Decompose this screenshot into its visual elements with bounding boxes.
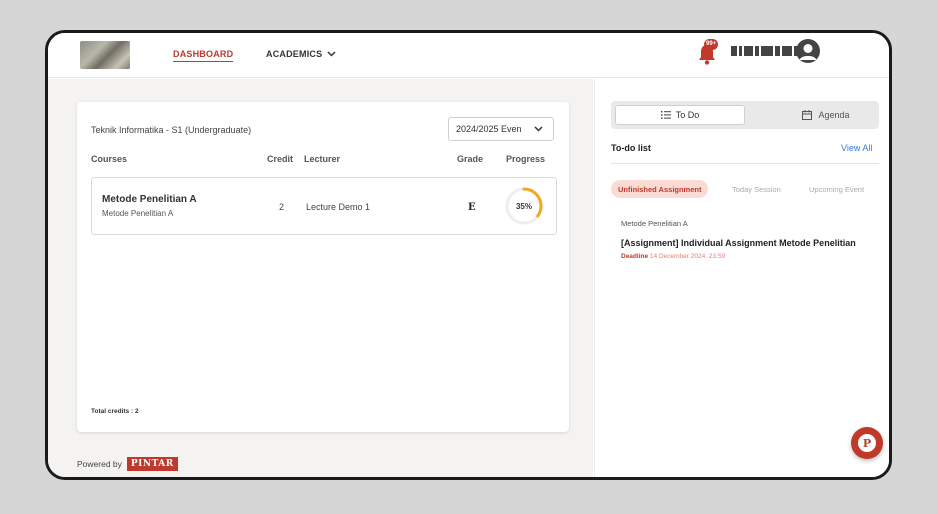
nav-dashboard[interactable]: DASHBOARD [173, 49, 234, 62]
calendar-icon [802, 110, 813, 120]
campus-photo-logo[interactable] [80, 41, 130, 69]
assignment-title[interactable]: [Assignment] Individual Assignment Metod… [621, 238, 856, 248]
course-title: Metode Penelitian A [102, 194, 197, 205]
tab-todo-label: To Do [675, 110, 700, 120]
semester-value: 2024/2025 Even [456, 124, 522, 134]
list-icon [660, 111, 671, 119]
chevron-down-icon [327, 51, 336, 57]
course-credit: 2 [279, 202, 285, 212]
todo-panel: To Do Agenda To-do list View All Unfinis… [594, 79, 889, 477]
nav-academics[interactable]: ACADEMICS [266, 49, 336, 59]
filter-today-session[interactable]: Today Session [732, 180, 781, 198]
nav-academics-label: ACADEMICS [266, 49, 323, 59]
deadline-label: Deadline [621, 253, 649, 260]
semester-select[interactable]: 2024/2025 Even [448, 117, 554, 141]
column-header-lecturer: Lecturer [304, 154, 341, 164]
program-name: Teknik Informatika - S1 (Undergraduate) [91, 125, 252, 135]
tab-agenda-label: Agenda [818, 110, 850, 120]
pintar-chat-button[interactable]: P [851, 427, 883, 459]
user-avatar-icon[interactable] [796, 39, 820, 63]
course-subtitle: Metode Penelitian A [102, 209, 174, 218]
view-all-link[interactable]: View All [841, 143, 872, 153]
pintar-logo: PINTAR [126, 457, 178, 471]
total-credits: Total credits : 2 [91, 408, 139, 415]
progress-percent: 35% [515, 201, 532, 211]
filter-unfinished-assignment[interactable]: Unfinished Assignment [611, 180, 709, 198]
filter-upcoming-event[interactable]: Upcoming Event [809, 180, 864, 198]
tab-todo[interactable]: To Do [615, 105, 745, 125]
deadline-date: 14 December 2024, 23:59 [649, 253, 726, 260]
column-header-courses: Courses [91, 154, 128, 164]
dashboard-main: Teknik Informatika - S1 (Undergraduate) … [48, 79, 593, 477]
powered-by-footer: Powered by PINTAR [77, 457, 178, 471]
user-name-redacted[interactable] [731, 45, 798, 57]
pintar-p-icon: P [858, 434, 876, 452]
column-header-grade: Grade [457, 154, 484, 164]
tab-agenda[interactable]: Agenda [781, 105, 871, 125]
assignment-course: Metode Penelitian A [621, 219, 688, 228]
top-header: DASHBOARD ACADEMICS 99+ [48, 33, 889, 78]
column-header-credit: Credit [267, 154, 294, 164]
assignment-deadline: Deadline 14 December 2024, 23:59 [621, 253, 725, 260]
courses-card: Teknik Informatika - S1 (Undergraduate) … [77, 102, 569, 432]
column-header-progress: Progress [506, 154, 546, 164]
divider [611, 163, 879, 164]
chevron-down-icon [534, 126, 543, 132]
todo-agenda-tabs: To Do Agenda [611, 101, 879, 129]
notification-count-badge: 99+ [704, 39, 719, 50]
course-row[interactable]: Metode Penelitian A Metode Penelitian A … [91, 177, 557, 235]
todo-list-title: To-do list [611, 143, 651, 153]
course-lecturer: Lecture Demo 1 [306, 202, 371, 212]
course-grade: E [468, 202, 476, 213]
powered-by-label: Powered by [77, 459, 122, 469]
app-window: DASHBOARD ACADEMICS 99+ Teknik Informati… [45, 30, 892, 480]
